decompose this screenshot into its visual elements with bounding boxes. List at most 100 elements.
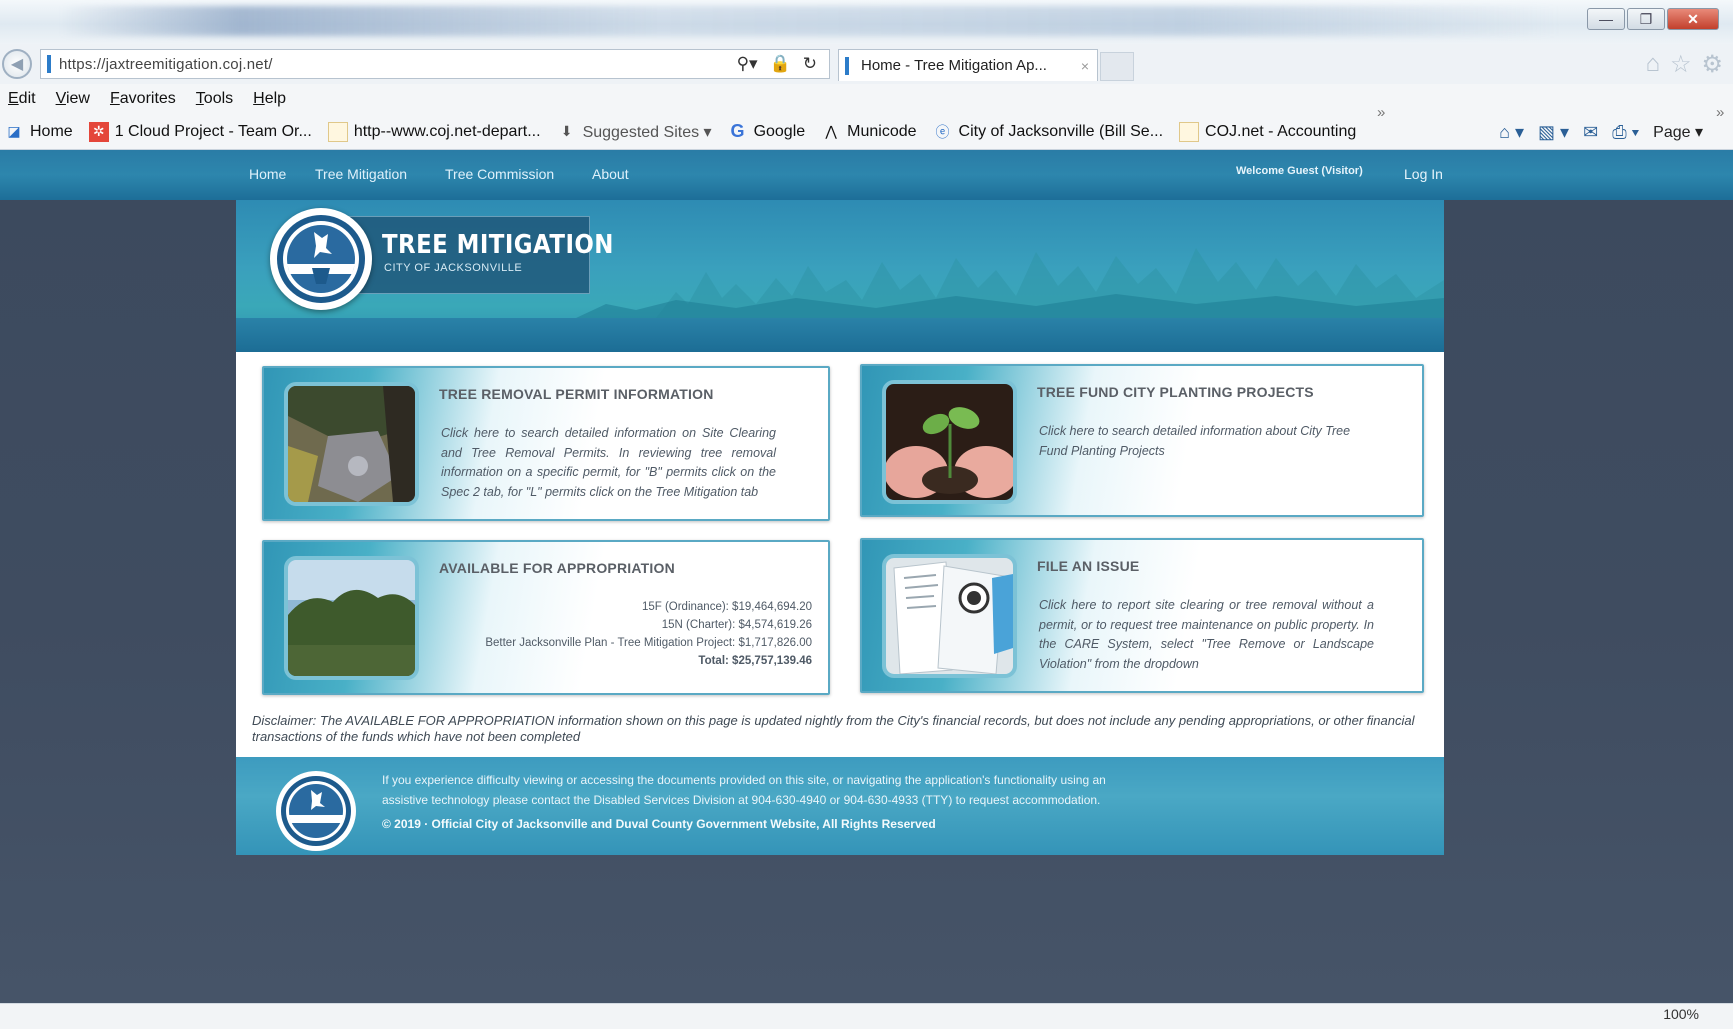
new-tab-button[interactable] xyxy=(1100,52,1134,81)
refresh-icon[interactable]: ↻ xyxy=(803,54,817,74)
city-seal-logo[interactable] xyxy=(270,208,372,310)
search-icon[interactable]: ⚲▾ xyxy=(737,54,758,74)
favorite-label: Suggested Sites ▾ xyxy=(582,123,712,141)
favorite-city-of-jacksonville[interactable]: ⓔ City of Jacksonville (Bill Se... xyxy=(933,122,1164,142)
card-description: Click here to search detailed informatio… xyxy=(441,426,776,499)
favorite-home[interactable]: ◪ Home xyxy=(4,122,73,142)
nav-tree-commission[interactable]: Tree Commission xyxy=(445,166,554,182)
window-title-bar: — ❐ ✕ xyxy=(0,0,1733,44)
lock-icon[interactable]: 🔒 xyxy=(770,54,791,74)
amount-15f: 15F (Ordinance): $19,464,694.20 xyxy=(641,601,812,613)
nav-home[interactable]: Home xyxy=(249,166,286,182)
site-logo-subtitle: CITY OF JACKSONVILLE xyxy=(384,262,523,274)
accessibility-notice-line2: assistive technology please contact the … xyxy=(382,793,1101,807)
documents-image xyxy=(886,558,1013,674)
favorites-overflow-chevron[interactable]: » xyxy=(1377,104,1385,121)
favorite-label: Home xyxy=(30,122,73,140)
card-description: Click here to report site clearing or tr… xyxy=(1039,598,1374,671)
favorite-label: COJ.net - Accounting xyxy=(1205,122,1357,140)
home-command-icon[interactable]: ⌂ ▾ xyxy=(1499,122,1524,143)
welcome-guest-text: Welcome Guest (Visitor) xyxy=(1236,165,1363,177)
cloud-favicon: ✲ xyxy=(88,121,109,142)
nav-tree-mitigation[interactable]: Tree Mitigation xyxy=(315,166,407,182)
suggested-sites-icon: ⬇ xyxy=(560,123,573,139)
home-favicon: ◪ xyxy=(7,123,21,139)
main-content: TREE REMOVAL PERMIT INFORMATION Click he… xyxy=(236,352,1444,757)
card-title: AVAILABLE FOR APPROPRIATION xyxy=(439,560,675,576)
tree-fund-planting-card[interactable]: TREE FUND CITY PLANTING PROJECTS Click h… xyxy=(860,364,1424,517)
print-icon[interactable]: ⎙ ▾ xyxy=(1612,122,1639,143)
tab-favicon xyxy=(845,56,849,75)
favorite-google[interactable]: G Google xyxy=(728,121,806,142)
tree-fund-thumbnail xyxy=(882,380,1017,504)
footer-city-seal-logo xyxy=(276,771,356,851)
tab-title: Home - Tree Mitigation Ap... xyxy=(861,57,1047,74)
zoom-level[interactable]: 100% xyxy=(1663,1006,1699,1022)
command-overflow-chevron[interactable]: » xyxy=(1716,104,1724,121)
copyright-notice: © 2019 · Official City of Jacksonville a… xyxy=(382,817,936,831)
browser-right-icons: ⌂ ☆ ⚙ xyxy=(1645,50,1723,79)
google-icon: G xyxy=(730,121,745,141)
file-an-issue-card[interactable]: FILE AN ISSUE Click here to report site … xyxy=(860,538,1424,693)
site-footer: If you experience difficulty viewing or … xyxy=(236,757,1444,855)
menu-favorites[interactable]: Favorites xyxy=(110,90,176,108)
address-url[interactable]: https://jaxtreemitigation.coj.net/ xyxy=(59,56,737,73)
favorites-star-icon[interactable]: ☆ xyxy=(1670,50,1692,79)
appropriation-thumbnail xyxy=(284,556,419,680)
forest-clearing-image xyxy=(288,386,415,502)
menu-edit[interactable]: Edit xyxy=(8,90,36,108)
favorite-label: Google xyxy=(753,122,806,140)
rss-feed-icon[interactable]: ▧ ▾ xyxy=(1538,122,1569,143)
favorite-coj-accounting[interactable]: COJ.net - Accounting xyxy=(1179,121,1357,142)
minimize-button[interactable]: — xyxy=(1587,8,1625,30)
page-menu[interactable]: Page ▾ xyxy=(1653,122,1703,142)
card-title: TREE REMOVAL PERMIT INFORMATION xyxy=(439,386,714,402)
favorite-label: Municode xyxy=(847,122,917,140)
ie-icon: ⓔ xyxy=(935,123,950,140)
menu-bar: Edit View Favorites Tools Help xyxy=(0,84,1733,114)
menu-help[interactable]: Help xyxy=(253,90,286,108)
card-title: FILE AN ISSUE xyxy=(1037,558,1140,574)
home-icon[interactable]: ⌂ xyxy=(1645,50,1660,79)
back-arrow-icon: ◀ xyxy=(10,56,24,73)
page-favicon xyxy=(327,121,348,142)
amount-total: Total: $25,757,139.46 xyxy=(698,655,812,667)
favorite-municode[interactable]: ⋀ Municode xyxy=(821,122,916,142)
card-title: TREE FUND CITY PLANTING PROJECTS xyxy=(1037,384,1314,400)
favorite-label: http--www.coj.net-depart... xyxy=(353,122,541,140)
favorite-coj-department[interactable]: http--www.coj.net-depart... xyxy=(327,121,541,142)
tab-home[interactable]: Home - Tree Mitigation Ap... × xyxy=(838,49,1098,81)
available-for-appropriation-card[interactable]: AVAILABLE FOR APPROPRIATION 15F (Ordinan… xyxy=(262,540,830,695)
address-bar[interactable]: https://jaxtreemitigation.coj.net/ ⚲▾ 🔒 … xyxy=(40,49,830,79)
tree-landscape-image xyxy=(288,560,415,676)
back-button[interactable]: ◀ xyxy=(2,49,32,79)
seedling-hands-image xyxy=(886,384,1013,500)
amount-15n: 15N (Charter): $4,574,619.26 xyxy=(661,619,812,631)
banner-bottom-strip xyxy=(236,318,1444,352)
menu-view[interactable]: View xyxy=(56,90,90,108)
settings-gear-icon[interactable]: ⚙ xyxy=(1701,50,1723,79)
file-issue-thumbnail xyxy=(882,554,1017,678)
site-favicon xyxy=(47,55,51,73)
title-bar-decoration xyxy=(60,6,1560,36)
close-window-button[interactable]: ✕ xyxy=(1667,8,1719,30)
municode-icon: ⋀ xyxy=(825,123,837,139)
command-bar: ⌂ ▾ ▧ ▾ ✉ ⎙ ▾ Page ▾ xyxy=(1499,114,1703,150)
mail-icon[interactable]: ✉ xyxy=(1583,122,1598,143)
favorite-cloud-project[interactable]: ✲ 1 Cloud Project - Team Or... xyxy=(88,121,312,142)
window-controls: — ❐ ✕ xyxy=(1587,8,1719,30)
tab-close-icon[interactable]: × xyxy=(1081,58,1089,74)
favorite-suggested-sites[interactable]: ⬇ Suggested Sites ▾ xyxy=(557,122,712,142)
card-description: Click here to search detailed informatio… xyxy=(1039,424,1351,458)
favorite-label: City of Jacksonville (Bill Se... xyxy=(958,122,1164,140)
amount-better-jacksonville: Better Jacksonville Plan - Tree Mitigati… xyxy=(485,637,812,649)
menu-tools[interactable]: Tools xyxy=(196,90,233,108)
tree-removal-thumbnail xyxy=(284,382,419,506)
restore-button[interactable]: ❐ xyxy=(1627,8,1665,30)
city-seal-icon xyxy=(277,215,365,303)
status-bar xyxy=(0,1003,1733,1029)
tree-removal-permit-card[interactable]: TREE REMOVAL PERMIT INFORMATION Click he… xyxy=(262,366,830,521)
login-link[interactable]: Log In xyxy=(1404,166,1443,182)
site-logo-title: TREE MITIGATION xyxy=(382,230,614,260)
nav-about[interactable]: About xyxy=(592,166,629,182)
